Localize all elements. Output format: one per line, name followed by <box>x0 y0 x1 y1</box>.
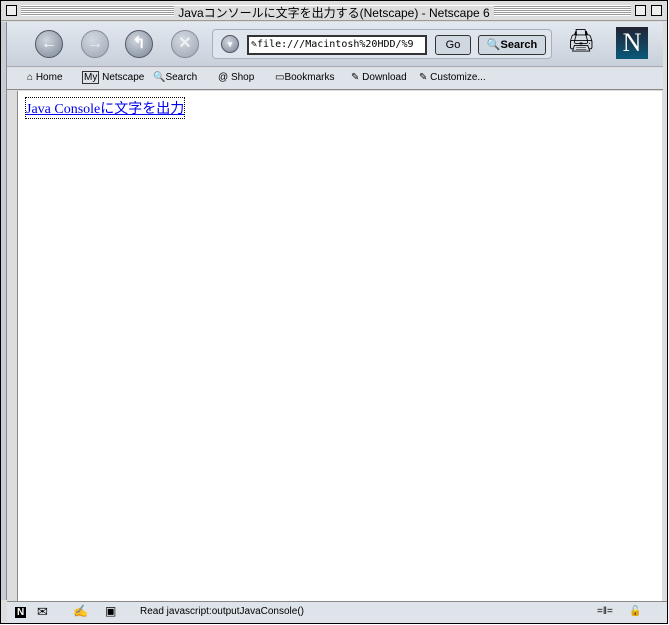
back-button[interactable]: ← <box>35 30 63 58</box>
bookmarks-menu[interactable]: ▭Bookmarks <box>275 72 334 83</box>
composer-icon[interactable]: ✍ <box>73 604 88 618</box>
reload-button[interactable]: ↰ <box>125 30 153 58</box>
navigation-toolbar: ← → ↰ ✕ ▾ ✎file:///Macintosh%20HDD/%9 Go… <box>7 22 663 67</box>
url-bar-group: ▾ ✎file:///Macintosh%20HDD/%9 Go 🔍Search <box>212 29 552 59</box>
search-icon: 🔍 <box>486 39 501 51</box>
search-link[interactable]: 🔍Search <box>153 72 197 83</box>
netscape-logo[interactable]: N <box>616 27 648 59</box>
navigator-icon[interactable]: N <box>15 607 27 618</box>
browser-window: Javaコンソールに文字を出力する(Netscape) - Netscape 6… <box>0 0 668 624</box>
print-icon[interactable]: 🖨 <box>567 28 595 54</box>
shop-link[interactable]: @ Shop <box>218 72 254 83</box>
customize-link[interactable]: ✎ Customize... <box>419 72 486 83</box>
security-lock-icon[interactable]: 🔓 <box>629 606 641 617</box>
personal-toolbar: ⌂ Home My Netscape 🔍Search @ Shop ▭Bookm… <box>7 68 663 90</box>
window-title: Javaコンソールに文字を出力する(Netscape) - Netscape 6 <box>174 6 494 20</box>
collapse-box[interactable] <box>651 5 662 16</box>
sidebar-handle[interactable] <box>1 22 7 600</box>
zoom-box[interactable] <box>635 5 646 16</box>
title-bar[interactable]: Javaコンソールに文字を出力する(Netscape) - Netscape 6 <box>1 1 667 21</box>
online-icon[interactable]: =‖= <box>597 606 613 617</box>
page-content: Java Consoleに文字を出力 <box>17 91 662 601</box>
go-button[interactable]: Go <box>435 35 471 55</box>
status-bar: N ✉ ✍ ▣ Read javascript:outputJavaConsol… <box>7 601 667 623</box>
home-link[interactable]: ⌂ Home <box>27 72 63 83</box>
download-link[interactable]: ✎ Download <box>351 72 407 83</box>
url-input[interactable]: ✎file:///Macintosh%20HDD/%9 <box>247 35 427 55</box>
search-button[interactable]: 🔍Search <box>478 35 546 55</box>
stop-button[interactable]: ✕ <box>171 30 199 58</box>
java-console-link[interactable]: Java Consoleに文字を出力 <box>24 97 186 119</box>
forward-button[interactable]: → <box>81 30 109 58</box>
my-netscape-link[interactable]: My Netscape <box>82 71 144 84</box>
status-text: Read javascript:outputJavaConsole() <box>140 606 304 617</box>
mail-icon[interactable]: ✉ <box>37 604 48 620</box>
address-book-icon[interactable]: ▣ <box>105 604 116 618</box>
history-dropdown-icon[interactable]: ▾ <box>221 35 239 53</box>
